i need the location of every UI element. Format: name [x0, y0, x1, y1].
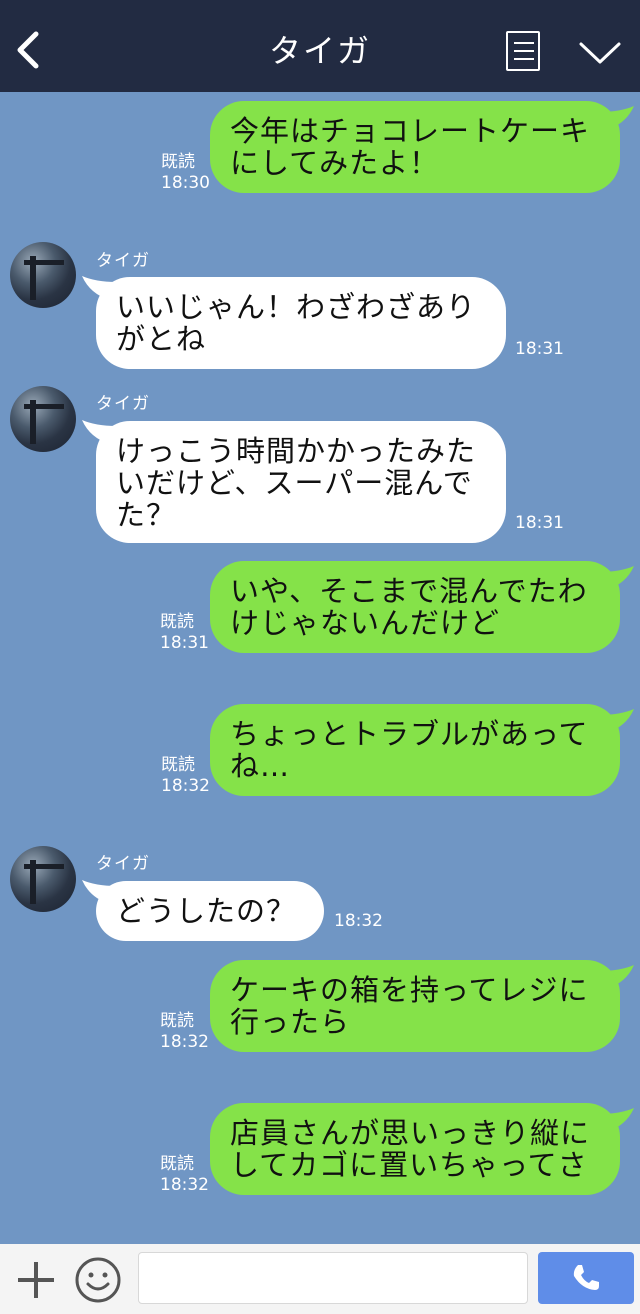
input-bar [0, 1244, 640, 1314]
chat-bubble-outgoing[interactable]: ちょっとトラブルがあって ね… [210, 704, 620, 796]
sender-name: タイガ [96, 251, 150, 271]
chat-header: タイガ [0, 0, 640, 92]
read-status: 既読 18:32 [160, 1154, 209, 1195]
sender-name: タイガ [96, 854, 150, 874]
emoji-icon[interactable] [74, 1256, 122, 1304]
chat-title: タイガ [268, 32, 371, 70]
read-status: 既読 18:32 [161, 755, 210, 796]
chevron-down-icon[interactable] [578, 40, 622, 66]
plus-icon[interactable] [16, 1260, 56, 1300]
read-status: 既読 18:31 [160, 612, 209, 653]
chat-bubble-incoming[interactable]: けっこう時間かかったみた いだけど、スーパー混んで た？ [96, 421, 506, 543]
chat-bubble-outgoing[interactable]: ケーキの箱を持ってレジに 行ったら [210, 960, 620, 1052]
read-status: 既読 18:32 [160, 1011, 209, 1052]
chat-bubble-incoming[interactable]: いいじゃん！わざわざあり がとね [96, 277, 506, 369]
message-time: 18:32 [334, 911, 383, 931]
chat-bubble-outgoing[interactable]: 今年はチョコレートケーキ にしてみたよ！ [210, 101, 620, 193]
sender-name: タイガ [96, 394, 150, 414]
menu-icon[interactable] [506, 31, 540, 71]
message-time: 18:31 [515, 339, 564, 359]
message-time: 18:31 [515, 513, 564, 533]
read-status: 既読 18:30 [161, 152, 210, 193]
chat-bubble-incoming[interactable]: どうしたの？ [96, 881, 324, 941]
avatar[interactable] [10, 242, 76, 308]
avatar[interactable] [10, 386, 76, 452]
message-input[interactable] [138, 1252, 528, 1304]
avatar[interactable] [10, 846, 76, 912]
phone-icon [573, 1265, 599, 1290]
call-button[interactable] [538, 1252, 634, 1304]
chat-bubble-outgoing[interactable]: いや、そこまで混んでたわ けじゃないんだけど [210, 561, 620, 653]
chat-bubble-outgoing[interactable]: 店員さんが思いっきり縦に してカゴに置いちゃってさ [210, 1103, 620, 1195]
